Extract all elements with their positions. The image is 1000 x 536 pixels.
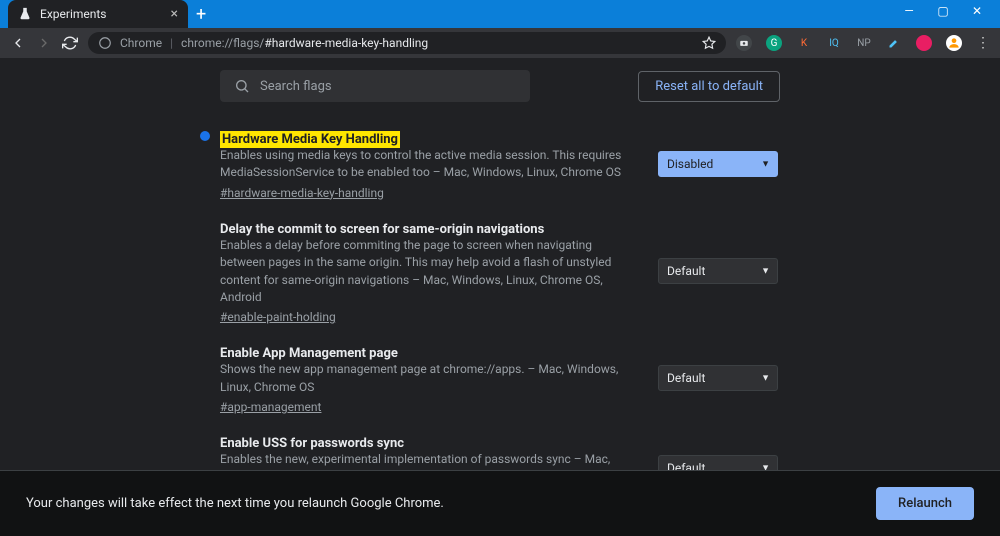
star-icon[interactable]: [702, 36, 716, 50]
camera-icon[interactable]: [736, 35, 752, 51]
reload-button[interactable]: [62, 35, 78, 51]
url-scheme: Chrome: [120, 36, 162, 50]
minimize-button[interactable]: —: [902, 4, 916, 18]
chrome-icon: [98, 36, 112, 50]
tab-title: Experiments: [40, 7, 107, 21]
flag-title: Delay the commit to screen for same-orig…: [220, 222, 544, 237]
tab-close-icon[interactable]: ×: [171, 6, 178, 22]
nav-bar: Chrome | chrome://flags/#hardware-media-…: [0, 28, 1000, 58]
flag-description: Enables a delay before commiting the pag…: [220, 237, 640, 307]
close-window-button[interactable]: ✕: [970, 4, 984, 18]
flag-description: Shows the new app management page at chr…: [220, 361, 640, 396]
flag-item: Enable USS for passwords sync Enables th…: [200, 418, 780, 470]
flag-anchor-link[interactable]: #hardware-media-key-handling: [220, 186, 640, 200]
reset-all-button[interactable]: Reset all to default: [638, 71, 780, 102]
menu-button[interactable]: ⋮: [976, 35, 990, 51]
flag-title: Enable USS for passwords sync: [220, 436, 404, 451]
flag-dropdown[interactable]: Default: [658, 455, 778, 470]
flag-title: Enable App Management page: [220, 346, 398, 361]
relaunch-button[interactable]: Relaunch: [876, 487, 974, 520]
modified-dot-icon: [200, 131, 210, 141]
ext-k-icon[interactable]: K: [796, 35, 812, 51]
title-bar: Experiments × + — ▢ ✕: [0, 0, 1000, 28]
search-placeholder: Search flags: [260, 79, 332, 94]
flag-title: Hardware Media Key Handling: [220, 131, 400, 148]
pen-icon[interactable]: [886, 35, 902, 51]
back-button[interactable]: [10, 35, 26, 51]
flag-item: Enable App Management page Shows the new…: [200, 328, 780, 418]
flag-description: Enables using media keys to control the …: [220, 147, 640, 182]
relaunch-bar: Your changes will take effect the next t…: [0, 470, 1000, 536]
url-host: chrome://flags/: [181, 36, 264, 50]
flag-dropdown[interactable]: Disabled: [658, 151, 778, 177]
forward-button[interactable]: [36, 35, 52, 51]
relaunch-message: Your changes will take effect the next t…: [26, 496, 444, 511]
new-tab-button[interactable]: +: [188, 4, 214, 25]
window-controls: — ▢ ✕: [886, 0, 1000, 18]
maximize-button[interactable]: ▢: [936, 4, 950, 18]
grammarly-icon[interactable]: G: [766, 35, 782, 51]
search-icon: [234, 78, 250, 94]
ext-pink-icon[interactable]: [916, 35, 932, 51]
search-flags-input[interactable]: Search flags: [220, 70, 530, 102]
extension-icons: G K IQ NP ⋮: [736, 35, 990, 51]
avatar[interactable]: [946, 35, 962, 51]
flask-icon: [18, 7, 32, 21]
flag-anchor-link[interactable]: #enable-paint-holding: [220, 310, 640, 324]
flag-description: Enables the new, experimental implementa…: [220, 451, 640, 470]
content-area: Search flags Reset all to default Hardwa…: [0, 58, 1000, 470]
ext-np-icon[interactable]: NP: [856, 35, 872, 51]
flag-item: Delay the commit to screen for same-orig…: [200, 204, 780, 329]
flag-dropdown[interactable]: Default: [658, 258, 778, 284]
address-bar[interactable]: Chrome | chrome://flags/#hardware-media-…: [88, 32, 726, 54]
flags-list: Hardware Media Key Handling Enables usin…: [0, 114, 1000, 470]
browser-tab[interactable]: Experiments ×: [8, 0, 188, 28]
ext-iq-icon[interactable]: IQ: [826, 35, 842, 51]
flag-dropdown[interactable]: Default: [658, 365, 778, 391]
url-hash: #hardware-media-key-handling: [264, 36, 428, 50]
flag-item: Hardware Media Key Handling Enables usin…: [200, 114, 780, 204]
flag-anchor-link[interactable]: #app-management: [220, 400, 640, 414]
